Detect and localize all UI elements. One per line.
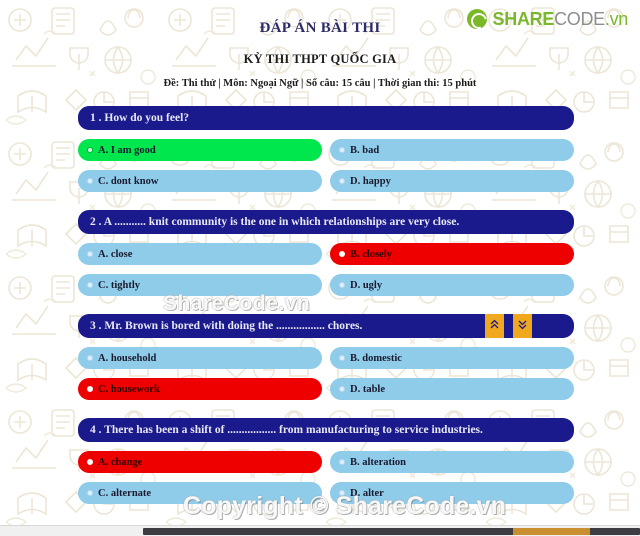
radio-icon (339, 490, 345, 496)
logo-text-code: CODE (554, 9, 605, 29)
option-grid: A. household B. domestic C. housework D. ta… (78, 347, 574, 400)
question-block: 2 . A ........... knit community is the … (78, 210, 574, 296)
scrollbar-thumb-highlight (513, 528, 590, 535)
question-number: 2 (90, 216, 96, 228)
answer-option[interactable]: D. alter (330, 482, 574, 504)
answer-option-label: D. ugly (350, 279, 383, 291)
exam-answer-page: SHARECODE.vn ĐÁP ÁN BÀI THI KỲ THI THPT … (0, 0, 640, 536)
scrollbar-thumb[interactable] (143, 528, 640, 535)
answer-option[interactable]: C. housework (78, 378, 322, 400)
answer-option-label: A. change (98, 456, 143, 468)
sharecode-logo[interactable]: SHARECODE.vn (466, 9, 629, 29)
question-header: 1 . How do you feel? (78, 106, 574, 130)
question-text: How do you feel? (104, 112, 190, 124)
answer-option[interactable]: C. dont know (78, 170, 322, 192)
answer-option-label: C. alternate (98, 487, 152, 499)
answer-option-label: D. happy (350, 175, 391, 187)
question-text: A ........... knit community is the one … (103, 216, 460, 228)
question-number: 1 (90, 112, 96, 124)
radio-icon (339, 355, 345, 361)
answer-option-label: B. alteration (350, 456, 406, 468)
question-text: Mr. Brown is bored with doing the ......… (104, 320, 363, 332)
answer-option-label: B. bad (350, 144, 380, 156)
question-header: 2 . A ........... knit community is the … (78, 210, 574, 234)
question-tool-group (485, 314, 532, 338)
question-number: 4 (90, 424, 96, 436)
answer-option[interactable]: C. tightly (78, 274, 322, 296)
radio-icon (87, 178, 93, 184)
logo-text-vn: .vn (604, 9, 628, 29)
answer-option-label: D. table (350, 383, 385, 395)
answer-option-label: C. housework (98, 383, 160, 395)
scroll-down-button[interactable] (513, 314, 532, 338)
answer-option[interactable]: A. household (78, 347, 322, 369)
radio-icon (339, 251, 345, 257)
answer-option[interactable]: C. alternate (78, 482, 322, 504)
answer-option[interactable]: D. happy (330, 170, 574, 192)
radio-icon (87, 386, 93, 392)
scroll-up-button[interactable] (485, 314, 504, 338)
question-block: 3 . Mr. Brown is bored with doing the ..… (78, 314, 574, 400)
option-grid: A. change B. alteration C. alternate D. alt… (78, 451, 574, 504)
radio-icon (87, 459, 93, 465)
recycle-icon (466, 9, 487, 29)
answer-option[interactable]: A. I am good (78, 139, 322, 161)
question-block: 1 . How do you feel? A. I am good B. bad C.… (78, 106, 574, 192)
answer-option[interactable]: B. bad (330, 139, 574, 161)
answer-option-label: C. tightly (98, 279, 140, 291)
answer-option[interactable]: A. change (78, 451, 322, 473)
horizontal-scrollbar[interactable] (0, 525, 640, 536)
answer-option-label: D. alter (350, 487, 384, 499)
radio-icon (87, 147, 93, 153)
question-header: 3 . Mr. Brown is bored with doing the ..… (78, 314, 574, 338)
answer-option[interactable]: D. table (330, 378, 574, 400)
radio-icon (339, 178, 345, 184)
exam-subtitle: KỲ THI THPT QUỐC GIA (243, 52, 397, 66)
question-header: 4 . There has been a shift of ..........… (78, 418, 574, 442)
answer-option[interactable]: B. domestic (330, 347, 574, 369)
answer-option-label: B. closely (350, 248, 392, 260)
question-number: 3 (90, 320, 96, 332)
question-block: 4 . There has been a shift of ..........… (78, 418, 574, 504)
answer-option-label: A. I am good (98, 144, 156, 156)
logo-text-share: SHARE (492, 9, 555, 29)
answer-option-label: A. household (98, 352, 157, 364)
option-grid: A. I am good B. bad C. dont know D. happy (78, 139, 574, 192)
answer-option[interactable]: D. ugly (330, 274, 574, 296)
radio-icon (87, 251, 93, 257)
radio-icon (87, 282, 93, 288)
question-text: There has been a shift of ..............… (104, 424, 483, 436)
answer-option-label: B. domestic (350, 352, 402, 364)
answer-option-label: C. dont know (98, 175, 159, 187)
answer-option[interactable]: B. alteration (330, 451, 574, 473)
logo-wordmark: SHARECODE.vn (492, 9, 629, 29)
answer-option[interactable]: A. close (78, 243, 322, 265)
answer-option-label: A. close (98, 248, 133, 260)
radio-icon (339, 386, 345, 392)
radio-icon (87, 490, 93, 496)
exam-meta-info: Đề: Thi thử | Môn: Ngoại Ngữ | Số câu: 1… (163, 78, 477, 89)
radio-icon (339, 459, 345, 465)
question-list: 1 . How do you feel? A. I am good B. bad C.… (78, 106, 574, 504)
radio-icon (339, 282, 345, 288)
radio-icon (87, 355, 93, 361)
option-grid: A. close B. closely C. tightly D. ugly (78, 243, 574, 296)
answer-option[interactable]: B. closely (330, 243, 574, 265)
radio-icon (339, 147, 345, 153)
